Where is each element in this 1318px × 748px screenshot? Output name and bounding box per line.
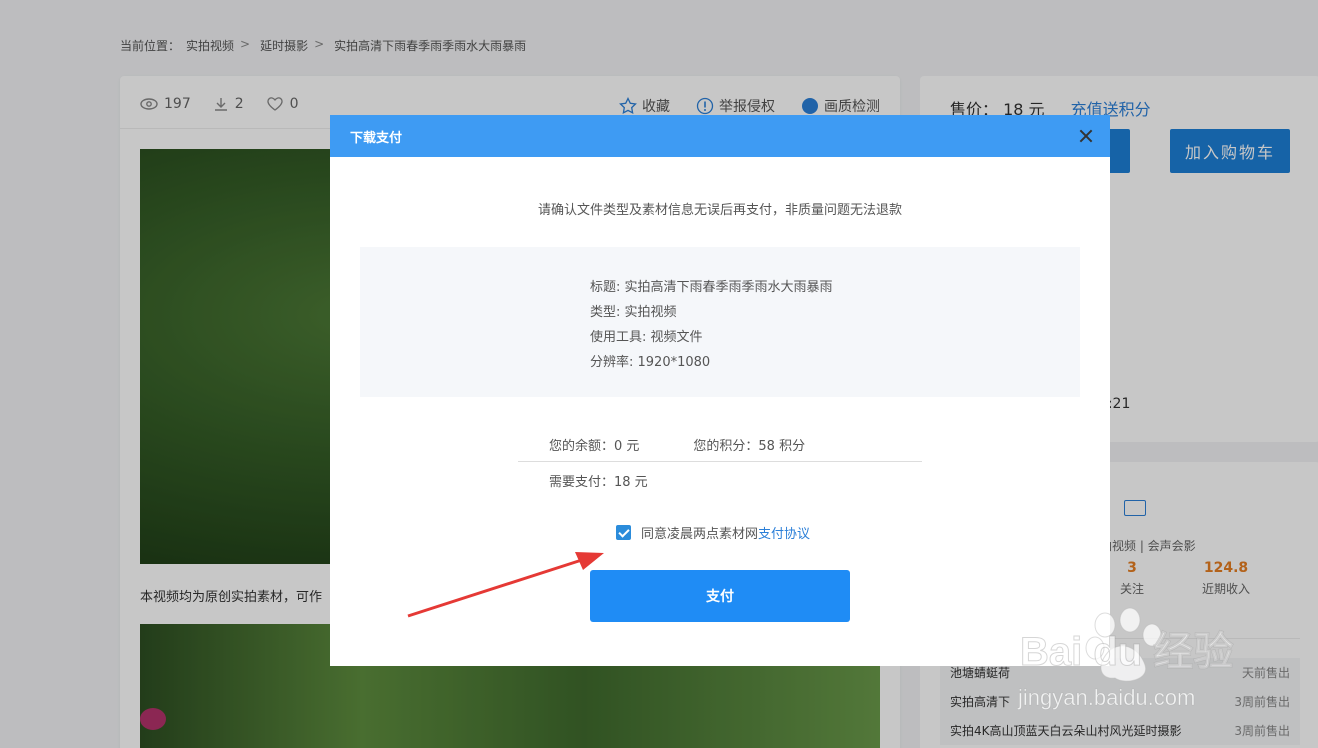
payment-agreement-link[interactable]: 支付协议 xyxy=(758,523,810,542)
payment-notice: 请确认文件类型及素材信息无误后再支付，非质量问题无法退款 xyxy=(537,203,902,218)
points-text: 您的积分：58 积分 xyxy=(693,439,806,454)
agree-checkbox[interactable] xyxy=(616,525,631,540)
agreement-row: 同意凌晨两点素材网 支付协议 xyxy=(616,523,810,542)
divider xyxy=(518,461,922,462)
material-info-box: 标题: 实拍高清下雨春季雨季雨水大雨暴雨 类型: 实拍视频 使用工具: 视频文件… xyxy=(360,247,1080,397)
balance-row: 您的余额：0 元 您的积分：58 积分 xyxy=(549,435,805,454)
info-title: 标题: 实拍高清下雨春季雨季雨水大雨暴雨 xyxy=(590,280,833,295)
balance-text: 您的余额：0 元 xyxy=(549,439,640,454)
dialog-title: 下载支付 xyxy=(350,130,403,146)
agree-text: 同意凌晨两点素材网 xyxy=(641,527,759,542)
need-pay-text: 需要支付：18 元 xyxy=(549,475,648,490)
dialog-header: 下载支付 xyxy=(330,115,1110,157)
info-tool: 使用工具: 视频文件 xyxy=(590,330,703,345)
info-type: 类型: 实拍视频 xyxy=(590,305,677,320)
close-icon[interactable] xyxy=(1078,128,1094,144)
payment-dialog: 下载支付 请确认文件类型及素材信息无误后再支付，非质量问题无法退款 标题: 实拍… xyxy=(330,115,1110,666)
pay-button[interactable]: 支付 xyxy=(590,570,850,622)
material-info: 标题: 实拍高清下雨春季雨季雨水大雨暴雨 类型: 实拍视频 使用工具: 视频文件… xyxy=(590,275,833,375)
info-resolution: 分辨率: 1920*1080 xyxy=(590,355,711,370)
